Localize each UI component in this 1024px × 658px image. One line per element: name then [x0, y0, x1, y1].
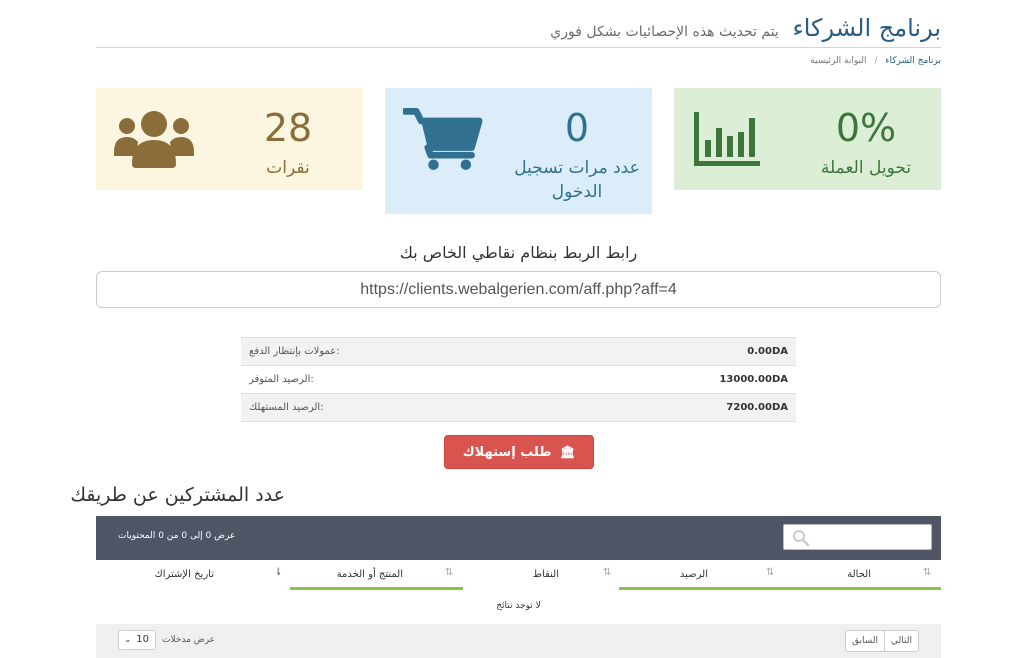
search-input[interactable] — [783, 524, 932, 550]
stat-signups-label-line1: عدد مرات تسجيل — [514, 158, 640, 178]
stat-conversion-value: 0% — [835, 106, 897, 150]
sort-desc-icon: ⇂ — [274, 567, 283, 578]
pagination-next[interactable]: التالي — [884, 631, 918, 651]
commissions-table: 0.00DA :عمولات بإنتظار الدفع 13000.00DA … — [241, 337, 796, 422]
stat-signups-label-line2: الدخول — [551, 182, 603, 202]
sort-icon: ⇅ — [923, 567, 932, 578]
table-length-value: 10 — [136, 634, 149, 645]
pagination-previous[interactable]: السابق — [846, 631, 884, 651]
pagination: السابق التالي — [845, 630, 919, 652]
page-wrapper: برنامج الشركاء يتم تحديث هذه الإحصائيات … — [70, 0, 941, 658]
stat-clicks: 28 نقرات — [96, 88, 363, 190]
sort-icon: ⇅ — [603, 567, 612, 578]
table-length-select[interactable]: 10 ⌄ — [118, 630, 156, 650]
page-title: برنامج الشركاء يتم تحديث هذه الإحصائيات … — [550, 14, 941, 42]
table-footer: السابق التالي عرض مدخلات 10 ⌄ — [96, 624, 941, 658]
table-length-label: عرض مدخلات — [162, 635, 216, 645]
table-toolbar: عرض 0 إلى 0 من 0 المحتويات — [96, 516, 941, 560]
bank-icon: 🏛 — [560, 445, 576, 459]
referral-link-field[interactable]: https://clients.webalgerien.com/aff.php?… — [96, 271, 941, 308]
column-header-balance[interactable]: ⇅ الرصيد — [619, 560, 783, 590]
stat-conversion: 0% تحويل العملة — [674, 88, 941, 190]
column-header-label: الحالة — [847, 569, 871, 580]
page-header: برنامج الشركاء يتم تحديث هذه الإحصائيات … — [96, 14, 941, 48]
sort-icon: ⇅ — [445, 567, 454, 578]
bar-chart-icon — [694, 112, 760, 166]
commission-label: :الرصيد المتوفر — [241, 365, 560, 394]
page-title-text: برنامج الشركاء — [792, 14, 941, 42]
shopping-cart-icon — [403, 108, 483, 170]
commission-row: 0.00DA :عمولات بإنتظار الدفع — [241, 337, 796, 366]
referral-link-title: رابط الربط بنظام نقاطي الخاص بك — [399, 243, 638, 262]
column-header-label: المنتج أو الخدمة — [336, 569, 403, 580]
column-header-label: النقاط — [532, 569, 559, 580]
search-icon — [793, 530, 810, 547]
stat-clicks-label: نقرات — [266, 158, 310, 178]
page-subtitle: يتم تحديث هذه الإحصائيات بشكل فوري — [550, 24, 779, 40]
table-length: عرض مدخلات 10 ⌄ — [118, 630, 215, 650]
commission-label: :الرصيد المستهلك — [241, 393, 560, 422]
stat-signups-value: 0 — [564, 106, 590, 150]
column-header-product[interactable]: ⇅ المنتج أو الخدمة — [290, 560, 463, 590]
stat-signups-label: عدد مرات تسجيل الدخول — [502, 156, 652, 204]
chevron-down-icon: ⌄ — [124, 635, 132, 645]
breadcrumb-home[interactable]: البوابة الرئيسية — [810, 56, 866, 66]
signups-section-title: عدد المشتركين عن طريقك — [70, 484, 285, 506]
table-header-row: ⇂ تاريخ الإشتراك ⇅ المنتج أو الخدمة ⇅ ال… — [96, 560, 941, 590]
stat-conversion-label: تحويل العملة — [820, 158, 912, 178]
commission-value: 0.00DA — [560, 337, 796, 366]
commission-value: 13000.00DA — [560, 365, 796, 394]
column-header-label: تاريخ الإشتراك — [154, 569, 215, 580]
commission-value: 7200.00DA — [560, 393, 796, 422]
stat-signups: 0 عدد مرات تسجيل الدخول — [385, 88, 652, 214]
request-withdrawal-label: طلب إستهلاك رصيد — [462, 445, 552, 492]
table-info: عرض 0 إلى 0 من 0 المحتويات — [118, 531, 236, 541]
column-header-signup-date[interactable]: ⇂ تاريخ الإشتراك — [96, 560, 290, 590]
breadcrumb-separator: / — [874, 56, 878, 66]
request-withdrawal-button[interactable]: 🏛 طلب إستهلاك رصيد — [444, 435, 594, 492]
users-icon — [114, 111, 194, 168]
sort-icon: ⇅ — [766, 567, 775, 578]
column-header-points[interactable]: ⇅ النقاط — [463, 560, 619, 590]
column-header-status[interactable]: ⇅ الحالة — [783, 560, 941, 590]
commission-label: :عمولات بإنتظار الدفع — [241, 337, 560, 366]
table-empty-message: لا توجد نتائج — [496, 601, 541, 611]
commission-row: 13000.00DA :الرصيد المتوفر — [241, 365, 796, 394]
breadcrumb-current: برنامج الشركاء — [885, 56, 941, 66]
breadcrumb: برنامج الشركاء / البوابة الرئيسية — [810, 56, 941, 66]
commission-row: 7200.00DA :الرصيد المستهلك — [241, 393, 796, 422]
column-header-label: الرصيد — [679, 569, 708, 580]
stat-clicks-value: 28 — [263, 106, 313, 150]
